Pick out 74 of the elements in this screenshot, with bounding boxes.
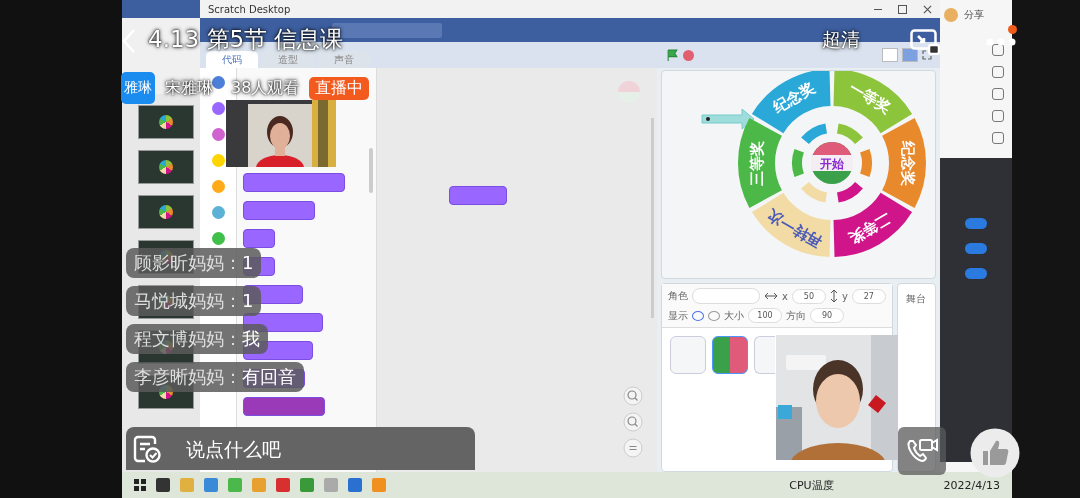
normal-stage-icon[interactable] [902, 48, 918, 62]
category-button[interactable] [211, 128, 225, 141]
small-stage-icon[interactable] [882, 48, 898, 62]
stage-label: 舞台 [906, 292, 927, 306]
size-field[interactable]: 100 [748, 308, 782, 323]
taskbar-date: 2022/4/13 [943, 478, 1000, 492]
toggle-switch[interactable] [965, 218, 987, 229]
category-button[interactable] [211, 76, 225, 89]
arrows-icon [829, 289, 838, 303]
windows-icon[interactable] [134, 479, 146, 491]
stop-icon[interactable] [683, 49, 694, 61]
direction-field[interactable]: 90 [810, 308, 844, 323]
comment-field[interactable]: 说点什么吧 [126, 427, 475, 470]
field-label: x [782, 290, 788, 302]
category-button[interactable] [211, 206, 225, 219]
chat-message-overlay: 顾影昕妈妈：1 [126, 248, 262, 278]
viewer-count: 38人观看 [231, 77, 300, 99]
y-field[interactable]: 27 [851, 288, 886, 304]
tool-icon[interactable] [992, 88, 1004, 100]
screen-mirror-icon[interactable] [910, 29, 940, 55]
chat-message-overlay: 马悦城妈妈：1 [126, 286, 262, 316]
sprite-tile[interactable] [712, 336, 748, 374]
wheel-segment: 二等奖 [833, 192, 913, 257]
arrows-icon [764, 292, 778, 300]
sprite-name-field[interactable] [692, 288, 760, 304]
avatar-icon [944, 8, 958, 22]
like-button[interactable] [970, 428, 1020, 478]
slide-thumbnail[interactable] [138, 195, 194, 229]
fullscreen-icon[interactable] [922, 50, 932, 60]
zoom-out-icon[interactable] [623, 412, 643, 432]
host-avatar[interactable]: 雅琳 [121, 72, 155, 104]
field-label: y [841, 290, 848, 302]
toggle-switch[interactable] [965, 268, 987, 279]
zoom-in-icon[interactable] [623, 386, 643, 406]
flag-icon[interactable] [666, 48, 679, 62]
host-name: 宋雅琳 [165, 77, 213, 99]
live-status-badge: 直播中 [309, 76, 370, 100]
editor-tab[interactable]: 代码 [206, 51, 258, 68]
wheel-segment: 三等奖 [738, 118, 782, 208]
wheel-segment: 纪念奖 [751, 71, 831, 134]
slide-thumbnail[interactable] [138, 105, 194, 139]
notification-dot [1008, 25, 1017, 34]
category-button[interactable] [211, 102, 225, 115]
tool-icon[interactable] [992, 66, 1004, 78]
sprite-tile[interactable] [754, 336, 775, 374]
tool-icon[interactable] [992, 110, 1004, 122]
more-icon[interactable] [986, 38, 1016, 46]
category-button[interactable] [211, 232, 225, 245]
video-call-button[interactable] [898, 427, 946, 475]
chat-message-overlay: 程文博妈妈：我 [126, 324, 268, 354]
maximize-icon[interactable] [898, 4, 907, 14]
sprite-icon [617, 80, 641, 104]
reset-zoom-icon[interactable] [623, 438, 643, 458]
field-label: 显示 [668, 308, 688, 323]
pointer-icon [701, 108, 755, 130]
field-label: 方向 [786, 308, 806, 323]
wheel-segment: 纪念奖 [882, 118, 926, 208]
toggle-switch[interactable] [965, 243, 987, 254]
field-label: 大小 [724, 308, 744, 323]
close-icon[interactable] [923, 4, 932, 14]
share-button[interactable]: 分享 [964, 8, 984, 22]
start-button[interactable]: 开始 [811, 142, 853, 184]
window-title: Scratch Desktop [208, 3, 291, 15]
tool-icon[interactable] [992, 132, 1004, 144]
app-icon[interactable] [156, 478, 170, 492]
field-label: 角色 [668, 289, 688, 303]
slide-thumbnail[interactable] [138, 150, 194, 184]
sprite-tile[interactable] [670, 336, 706, 374]
x-field[interactable]: 50 [791, 288, 826, 304]
minimize-icon[interactable] [874, 8, 882, 10]
cpu-temperature: CPU温度 [789, 477, 834, 493]
chat-message-overlay: 李彦晰妈妈：有回音 [126, 362, 304, 392]
checklist-icon[interactable] [133, 435, 161, 463]
category-button[interactable] [211, 180, 225, 193]
